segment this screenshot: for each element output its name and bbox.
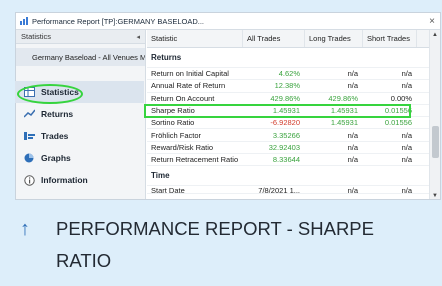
- table-row[interactable]: Annual Rate of Return 12.38% n/a n/a: [147, 80, 431, 93]
- nav-item-information[interactable]: Information: [15, 169, 144, 191]
- table-row[interactable]: Sortino Ratio -6.92820 1.45931 0.01556: [147, 117, 431, 130]
- scroll-thumb[interactable]: [432, 126, 439, 158]
- row-statistic: Start Date: [151, 186, 185, 195]
- row-statistic: Return on Initial Capital: [151, 69, 229, 79]
- vertical-scrollbar[interactable]: ▲ ▼: [429, 30, 440, 199]
- table-row[interactable]: Return on Initial Capital 4.62% n/a n/a: [147, 68, 431, 81]
- row-all-trades: 8.33644: [272, 155, 300, 165]
- row-long-trades: 429.86%: [328, 93, 358, 103]
- sidebar-header: Statistics ◂: [16, 30, 145, 44]
- row-all-trades: 429.86%: [270, 93, 300, 103]
- row-long-trades: n/a: [347, 81, 358, 91]
- statistics-highlight-ellipse: [17, 84, 83, 104]
- section-time: Time: [147, 166, 431, 187]
- close-icon[interactable]: ×: [424, 16, 440, 27]
- scroll-down-icon[interactable]: ▼: [430, 191, 440, 199]
- row-long-trades: n/a: [347, 155, 358, 165]
- window-titlebar: Performance Report [TP]:GERMANY BASELOAD…: [16, 13, 440, 30]
- row-statistic: Return Retracement Ratio: [151, 155, 239, 165]
- collapse-icon[interactable]: ◂: [136, 33, 140, 41]
- row-all-trades: 4.62%: [278, 69, 300, 79]
- row-short-trades: n/a: [401, 155, 412, 165]
- row-long-trades: 1.45931: [330, 118, 358, 128]
- nav-item-trades[interactable]: Trades: [15, 125, 144, 147]
- caption-text: PERFORMANCE REPORT - SHARPE RATIO: [56, 218, 374, 271]
- row-statistic: Annual Rate of Return: [151, 81, 226, 91]
- row-long-trades: n/a: [347, 142, 358, 152]
- row-short-trades: 0.01556: [384, 118, 412, 128]
- row-statistic: Fröhlich Factor: [151, 130, 202, 140]
- row-short-trades: 0.00%: [390, 93, 412, 103]
- nav-label: Returns: [41, 109, 74, 119]
- scroll-up-icon[interactable]: ▲: [430, 30, 440, 40]
- caption: ↑ PERFORMANCE REPORT - SHARPE RATIO: [20, 213, 430, 277]
- row-statistic: Reward/Risk Ratio: [151, 142, 214, 152]
- row-long-trades: n/a: [347, 186, 358, 195]
- column-header-short-trades[interactable]: Short Trades: [363, 30, 417, 47]
- sidebar-title: Statistics: [21, 32, 52, 41]
- nav-label: Trades: [41, 131, 69, 141]
- row-long-trades: n/a: [347, 69, 358, 79]
- column-header-statistic[interactable]: Statistic: [147, 30, 243, 47]
- row-short-trades: n/a: [401, 130, 412, 140]
- arrow-up-icon: ↑: [20, 218, 30, 240]
- row-all-trades: 32.92403: [268, 142, 300, 152]
- row-statistic: Sortino Ratio: [151, 118, 195, 128]
- row-short-trades: n/a: [401, 186, 412, 195]
- information-icon: [23, 174, 35, 186]
- row-short-trades: n/a: [401, 69, 412, 79]
- table-row[interactable]: Fröhlich Factor 3.35266 n/a n/a: [147, 129, 431, 142]
- venue-selector[interactable]: Germany Baseload - All Venues M...: [16, 48, 145, 66]
- row-long-trades: n/a: [347, 130, 358, 140]
- column-header-all-trades[interactable]: All Trades: [243, 30, 305, 47]
- row-all-trades: 3.35266: [272, 130, 300, 140]
- table-header: Statistic All Trades Long Trades Short T…: [147, 30, 431, 48]
- row-short-trades: n/a: [401, 81, 412, 91]
- row-all-trades: -6.92820: [270, 118, 300, 128]
- table-row[interactable]: Return Retracement Ratio 8.33644 n/a n/a: [147, 154, 431, 167]
- row-all-trades: 12.38%: [274, 81, 300, 91]
- column-header-long-trades[interactable]: Long Trades: [305, 30, 363, 47]
- nav-item-returns[interactable]: Returns: [15, 103, 144, 125]
- nav-label: Information: [41, 175, 88, 185]
- graphs-icon: [23, 153, 35, 163]
- row-statistic: Return On Account: [151, 93, 215, 103]
- nav-label: Graphs: [41, 153, 71, 163]
- trades-icon: [23, 131, 35, 141]
- report-app-icon: [20, 17, 29, 25]
- section-returns: Returns: [147, 48, 431, 68]
- sharpe-ratio-highlight-box: [144, 104, 411, 118]
- table-row[interactable]: Start Date 7/8/2021 1... n/a n/a: [147, 186, 431, 195]
- returns-icon: [23, 109, 35, 119]
- nav-item-graphs[interactable]: Graphs: [15, 147, 144, 169]
- row-short-trades: n/a: [401, 142, 412, 152]
- row-all-trades: 7/8/2021 1...: [258, 186, 300, 195]
- table-row[interactable]: Reward/Risk Ratio 32.92403 n/a n/a: [147, 142, 431, 155]
- window-title: Performance Report [TP]:GERMANY BASELOAD…: [32, 16, 205, 26]
